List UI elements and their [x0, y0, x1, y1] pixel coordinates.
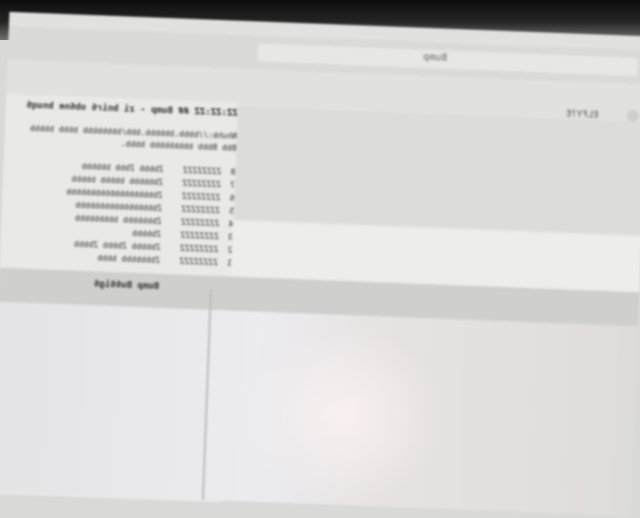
corner-label: ELFY?E: [565, 109, 599, 121]
log-num: 2: [227, 245, 233, 255]
log-num: 6: [229, 193, 235, 203]
corner-button[interactable]: [626, 109, 640, 123]
app-screen: Bump ELFY?E ZZ:ZZ:ZZ ## Bump - zi bnir6 …: [0, 11, 640, 517]
screen-glare: [240, 321, 448, 509]
log-num: 4: [228, 219, 234, 229]
right-pane-top: [233, 106, 640, 235]
log-num: 1: [226, 258, 233, 268]
log-list: 8 ZZZZZZZZ Zbbbb Zbbb bbbbbb 7 ZZZZZZZZ …: [0, 157, 236, 270]
log-date: ZZZZZZZZ: [179, 256, 219, 268]
log-num: 7: [229, 180, 236, 190]
window-title: Bump: [422, 51, 448, 64]
log-num: 3: [227, 232, 234, 242]
log-num: 5: [228, 206, 235, 216]
log-num: 8: [230, 167, 236, 177]
